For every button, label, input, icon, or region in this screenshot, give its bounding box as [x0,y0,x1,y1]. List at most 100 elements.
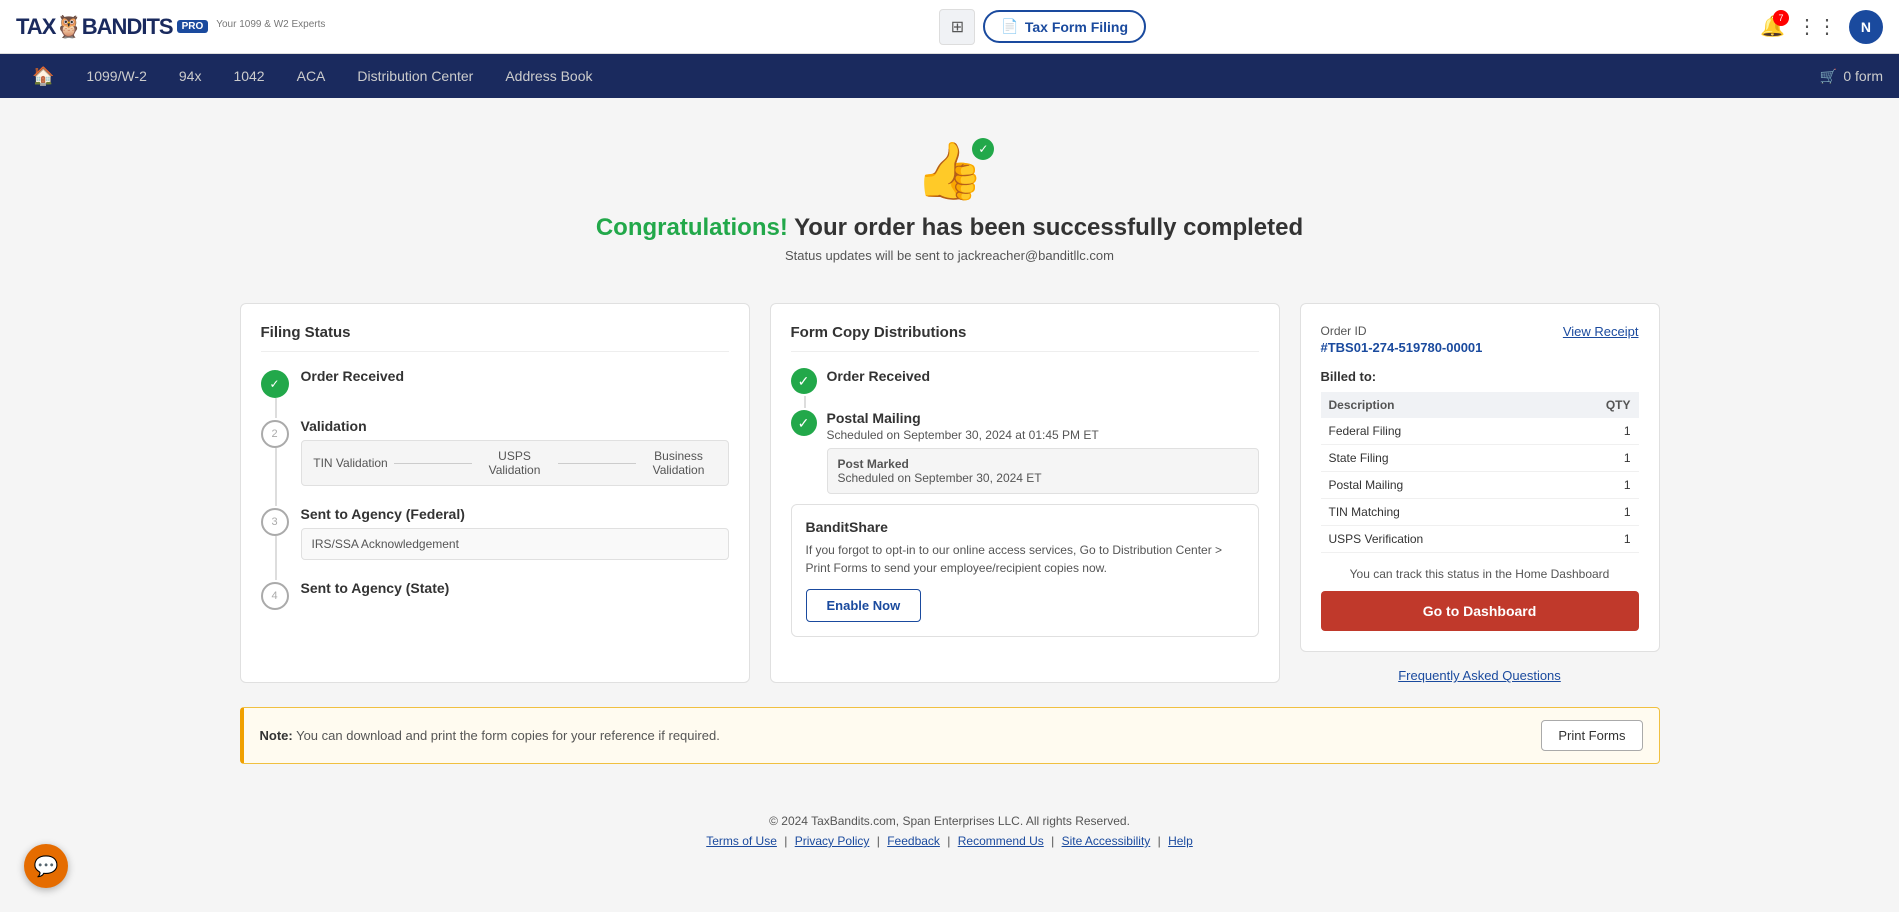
step-label-3: Sent to Agency (Federal) [301,506,729,522]
billing-qty: 1 [1553,472,1638,499]
note-body: You can download and print the form copi… [293,728,720,743]
dist-check-1: ✓ [791,368,817,394]
step-content-3: Sent to Agency (Federal) IRS/SSA Acknowl… [301,506,729,560]
step-label-2: Validation [301,418,729,434]
billing-desc: Federal Filing [1321,418,1554,445]
grid-button[interactable]: ⊞ [939,9,975,45]
step-icon-completed: ✓ [261,370,289,398]
document-icon: 📄 [1001,18,1018,35]
irs-ack-box: IRS/SSA Acknowledgement [301,528,729,560]
tin-validation: TIN Validation [312,456,390,470]
enable-now-button[interactable]: Enable Now [806,589,922,622]
filing-status-card: Filing Status ✓ Order Received 2 Validat… [240,303,750,683]
congrats-title: Congratulations! Your order has been suc… [240,214,1660,242]
feedback-link[interactable]: Feedback [887,834,940,848]
privacy-link[interactable]: Privacy Policy [795,834,870,848]
accessibility-link[interactable]: Site Accessibility [1062,834,1151,848]
faq-link[interactable]: Frequently Asked Questions [1300,668,1660,683]
billing-desc: State Filing [1321,445,1554,472]
view-receipt-link[interactable]: View Receipt [1563,324,1639,339]
logo: TAX🦉BANDITS PRO [16,14,208,40]
billing-row: Postal Mailing1 [1321,472,1639,499]
nav-item-distribution[interactable]: Distribution Center [341,54,489,98]
step-line-1 [275,398,277,418]
vbar-line-2 [558,463,636,464]
nav-home[interactable]: 🏠 [16,54,70,98]
step-icon-4: 4 [261,582,289,610]
billing-row: State Filing1 [1321,445,1639,472]
tax-form-filing-button[interactable]: 📄 Tax Form Filing [983,10,1146,43]
main-content: 👍 ✓ Congratulations! Your order has been… [200,98,1700,898]
nav-item-1099w2[interactable]: 1099/W-2 [70,54,162,98]
nav-item-address[interactable]: Address Book [489,54,608,98]
congrats-area: 👍 ✓ Congratulations! Your order has been… [240,118,1660,293]
business-validation: Business Validation [640,449,718,477]
dist-check-2: ✓ [791,410,817,436]
nav-item-aca[interactable]: ACA [281,54,342,98]
billing-table: Description QTY Federal Filing1State Fil… [1321,392,1639,553]
congrats-subtitle: Status updates will be sent to jackreach… [240,248,1660,263]
congrats-word: Congratulations! [596,214,788,241]
track-text: You can track this status in the Home Da… [1321,567,1639,581]
step-icon-3: 3 [261,508,289,536]
vbar-line-1 [394,463,472,464]
thumbs-up-icon: 👍 ✓ [915,138,985,204]
step-validation: 2 Validation TIN Validation USPS Validat… [261,418,729,486]
note-bar: Note: You can download and print the for… [240,707,1660,764]
notifications-button[interactable]: 🔔 7 [1760,14,1785,39]
col-qty: QTY [1553,392,1638,418]
billing-qty: 1 [1553,526,1638,553]
chat-icon: 💬 [34,854,59,879]
postmark-date: Scheduled on September 30, 2024 ET [838,471,1248,485]
footer: © 2024 TaxBandits.com, Span Enterprises … [240,794,1660,878]
step-label-4: Sent to Agency (State) [301,580,450,596]
billing-row: USPS Verification1 [1321,526,1639,553]
header-center: ⊞ 📄 Tax Form Filing [939,9,1146,45]
step-icon-2: 2 [261,420,289,448]
recommend-link[interactable]: Recommend Us [958,834,1044,848]
order-id-value: #TBS01-274-519780-00001 [1321,340,1483,355]
billing-qty: 1 [1553,418,1638,445]
banditshare-text: If you forgot to opt-in to our online ac… [806,541,1244,577]
header-right: 🔔 7 ⋮⋮ N [1760,10,1883,44]
nav-right: 🛒 0 form [1820,68,1883,85]
dist-content-1: Order Received [827,368,931,384]
form-copy-title: Form Copy Distributions [791,324,1259,352]
dist-sub-2: Scheduled on September 30, 2024 at 01:45… [827,428,1259,442]
notification-count: 7 [1773,10,1789,26]
usps-validation: USPS Validation [476,449,554,477]
nav-item-1042[interactable]: 1042 [217,54,280,98]
order-id-label: Order ID [1321,324,1483,338]
cart-icon: 🛒 [1820,68,1837,85]
terms-link[interactable]: Terms of Use [706,834,777,848]
help-link[interactable]: Help [1168,834,1193,848]
nav-item-94x[interactable]: 94x [163,54,218,98]
order-card: Order ID #TBS01-274-519780-00001 View Re… [1300,303,1660,652]
note-text: Note: You can download and print the for… [260,728,720,743]
logo-area: TAX🦉BANDITS PRO Your 1099 & W2 Experts [16,14,325,40]
go-to-dashboard-button[interactable]: Go to Dashboard [1321,591,1639,631]
step-line-2 [275,448,277,506]
footer-links: Terms of Use | Privacy Policy | Feedback… [240,834,1660,848]
billing-qty: 1 [1553,445,1638,472]
chat-bubble[interactable]: 💬 [24,844,68,888]
filing-status-title: Filing Status [261,324,729,352]
form-copy-card: Form Copy Distributions ✓ Order Received… [770,303,1280,683]
print-forms-button[interactable]: Print Forms [1541,720,1642,751]
step-content-4: Sent to Agency (State) [301,580,450,596]
step-sent-state: 4 Sent to Agency (State) [261,580,729,610]
top-header: TAX🦉BANDITS PRO Your 1099 & W2 Experts ⊞… [0,0,1899,54]
grid-dots-icon: ⋮⋮ [1797,16,1837,38]
step-content-2: Validation TIN Validation USPS Validatio… [301,418,729,486]
billing-desc: USPS Verification [1321,526,1554,553]
dist-label-1: Order Received [827,368,931,384]
logo-sub: Your 1099 & W2 Experts [216,19,325,30]
dist-line-1 [804,396,806,408]
cart-button[interactable]: 🛒 0 form [1820,68,1883,85]
avatar[interactable]: N [1849,10,1883,44]
apps-button[interactable]: ⋮⋮ [1797,14,1837,39]
logo-text: TAX🦉BANDITS [16,14,173,40]
step-order-received: ✓ Order Received [261,368,729,398]
billing-row: Federal Filing1 [1321,418,1639,445]
billing-desc: TIN Matching [1321,499,1554,526]
